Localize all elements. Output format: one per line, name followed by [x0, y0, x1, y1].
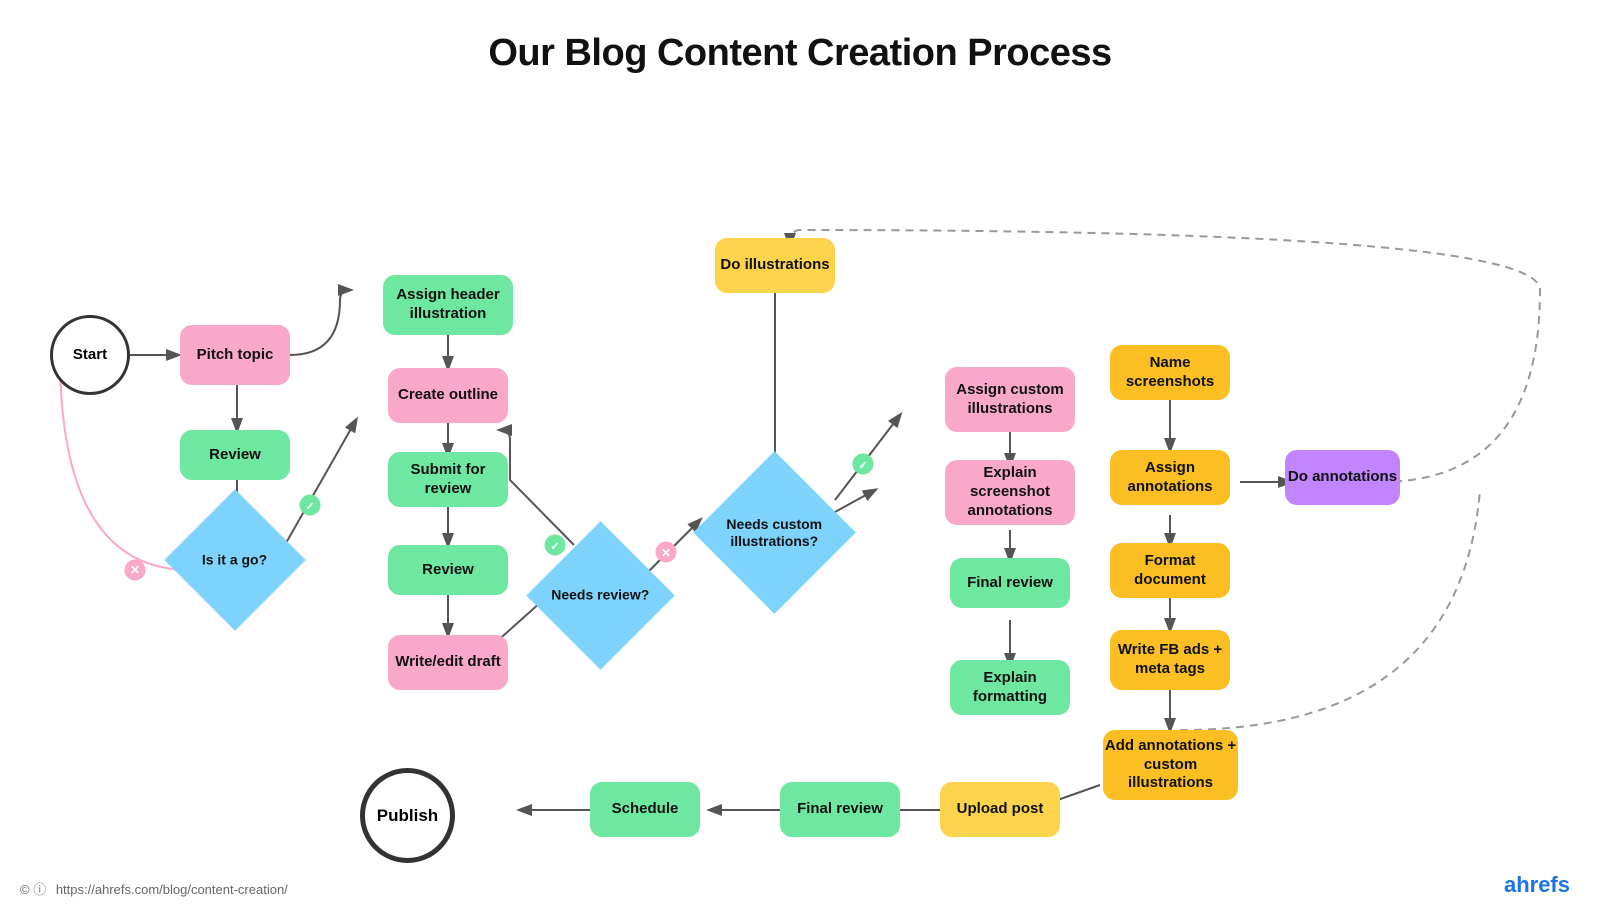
- needs-custom-node: Needs custom illustrations?: [693, 451, 856, 614]
- svg-text:✓: ✓: [858, 460, 867, 472]
- add-annotations-label: Add annotations + custom illustrations: [1103, 737, 1238, 793]
- publish-label: Publish: [377, 805, 438, 826]
- submit-review-node: Submit for review: [388, 452, 508, 507]
- final-review2-label: Final review: [797, 800, 883, 819]
- format-document-node: Format document: [1110, 543, 1230, 598]
- add-annotations-node: Add annotations + custom illustrations: [1103, 730, 1238, 800]
- review1-node: Review: [180, 430, 290, 480]
- svg-text:✕: ✕: [661, 546, 671, 560]
- needs-review-node: Needs review?: [526, 521, 674, 669]
- schedule-node: Schedule: [590, 782, 700, 837]
- diagram: ✕ ✓ ✓ ✕ ✓ ✕: [0, 90, 1600, 910]
- footer-url: © ⓘ https://ahrefs.com/blog/content-crea…: [20, 879, 288, 898]
- do-illustrations-label: Do illustrations: [720, 256, 829, 275]
- start-label: Start: [73, 346, 107, 365]
- footer-url-text: https://ahrefs.com/blog/content-creation…: [56, 882, 288, 897]
- assign-custom-label: Assign custom illustrations: [945, 381, 1075, 419]
- write-fb-node: Write FB ads + meta tags: [1110, 630, 1230, 690]
- assign-annotations-node: Assign annotations: [1110, 450, 1230, 505]
- assign-annotations-label: Assign annotations: [1110, 459, 1230, 497]
- footer-brand-text: ahrefs: [1504, 872, 1570, 897]
- svg-text:✕: ✕: [130, 563, 140, 577]
- assign-header-label: Assign header illustration: [383, 286, 513, 324]
- name-screenshots-node: Name screenshots: [1110, 345, 1230, 400]
- review1-label: Review: [209, 446, 261, 465]
- svg-text:✓: ✓: [305, 501, 314, 513]
- start-node: Start: [50, 315, 130, 395]
- review2-label: Review: [422, 561, 474, 580]
- publish-node: Publish: [360, 768, 455, 863]
- needs-custom-label: Needs custom illustrations?: [717, 516, 832, 550]
- needs-review-label: Needs review?: [551, 587, 649, 604]
- name-screenshots-label: Name screenshots: [1110, 354, 1230, 392]
- final-review1-label: Final review: [967, 574, 1053, 593]
- page-title: Our Blog Content Creation Process: [0, 0, 1600, 75]
- schedule-label: Schedule: [612, 800, 679, 819]
- do-annotations-node: Do annotations: [1285, 450, 1400, 505]
- svg-text:✓: ✓: [550, 541, 559, 553]
- do-annotations-label: Do annotations: [1288, 468, 1397, 487]
- footer-brand: ahrefs: [1504, 872, 1570, 898]
- pitch-topic-node: Pitch topic: [180, 325, 290, 385]
- upload-post-label: Upload post: [957, 800, 1044, 819]
- pitch-topic-label: Pitch topic: [197, 346, 274, 365]
- write-edit-label: Write/edit draft: [395, 653, 501, 672]
- is-it-a-go-node: Is it a go?: [164, 489, 305, 630]
- write-fb-label: Write FB ads + meta tags: [1110, 641, 1230, 679]
- create-outline-label: Create outline: [398, 386, 498, 405]
- do-illustrations-node: Do illustrations: [715, 238, 835, 293]
- assign-header-node: Assign header illustration: [383, 275, 513, 335]
- final-review1-node: Final review: [950, 558, 1070, 608]
- upload-post-node: Upload post: [940, 782, 1060, 837]
- format-document-label: Format document: [1110, 552, 1230, 590]
- explain-formatting-label: Explain formatting: [950, 669, 1070, 707]
- explain-formatting-node: Explain formatting: [950, 660, 1070, 715]
- final-review2-node: Final review: [780, 782, 900, 837]
- create-outline-node: Create outline: [388, 368, 508, 423]
- explain-screenshot-node: Explain screenshot annotations: [945, 460, 1075, 525]
- explain-screenshot-label: Explain screenshot annotations: [945, 464, 1075, 520]
- assign-custom-node: Assign custom illustrations: [945, 367, 1075, 432]
- submit-review-label: Submit for review: [388, 461, 508, 499]
- review2-node: Review: [388, 545, 508, 595]
- is-it-a-go-label: Is it a go?: [202, 552, 267, 569]
- write-edit-node: Write/edit draft: [388, 635, 508, 690]
